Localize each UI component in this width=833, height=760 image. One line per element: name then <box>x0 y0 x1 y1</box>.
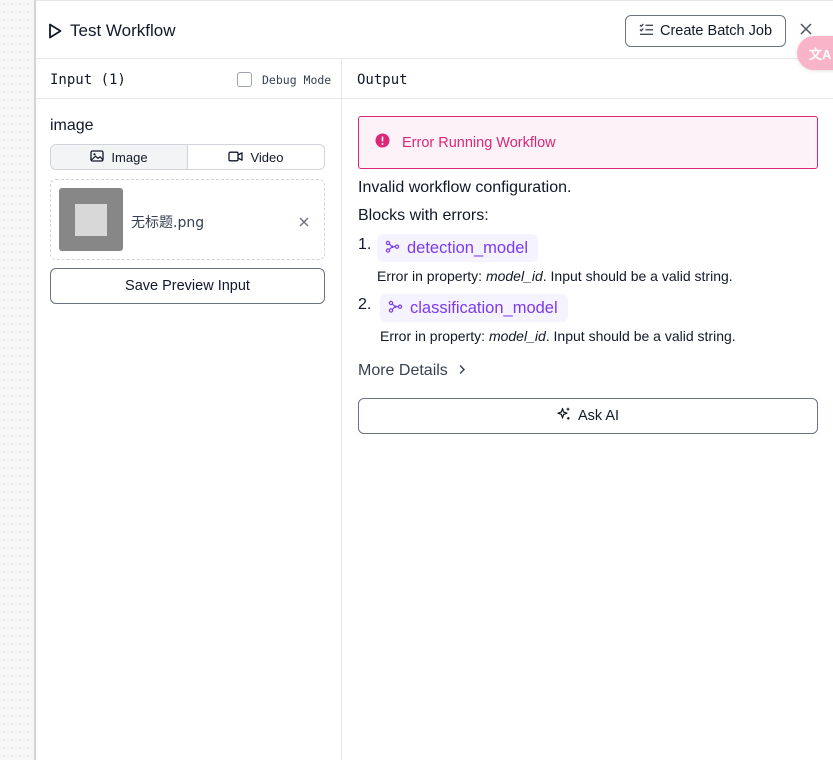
tab-image[interactable]: Image <box>51 145 188 169</box>
media-type-switch: Image Video <box>50 144 325 170</box>
blocks-with-errors-title: Blocks with errors: <box>358 207 489 224</box>
sparkles-icon <box>557 407 571 425</box>
debug-mode-label: Debug Mode <box>262 72 332 87</box>
remove-file-icon[interactable] <box>298 215 310 227</box>
save-preview-input-button[interactable]: Save Preview Input <box>50 268 325 304</box>
block-number: 2. <box>358 296 372 313</box>
block-graph-icon <box>388 299 403 318</box>
error-alert: Error Running Workflow <box>358 116 818 169</box>
translate-glyph: 文A <box>809 46 832 62</box>
image-dropzone[interactable]: 无标题.png <box>50 179 325 260</box>
block-error-detail: Error in property: model_id. Input shoul… <box>377 268 733 284</box>
ask-ai-label: Ask AI <box>577 408 620 424</box>
block-name: detection_model <box>407 238 529 257</box>
debug-mode-toggle[interactable]: Debug Mode <box>237 72 331 87</box>
output-panel-header: Output <box>342 59 833 99</box>
error-message: Invalid workflow configuration. <box>358 179 572 196</box>
image-field-label: image <box>50 117 94 134</box>
tab-video-label: Video <box>250 149 284 165</box>
ask-ai-button[interactable]: Ask AI <box>358 398 818 434</box>
output-panel: Output Error Running Workflow Invalid wo… <box>342 59 833 760</box>
block-graph-icon <box>385 239 400 258</box>
create-batch-job-label: Create Batch Job <box>659 23 773 39</box>
tab-image-label: Image <box>111 149 148 165</box>
more-details-toggle[interactable]: More Details <box>358 362 466 380</box>
list-checks-icon <box>639 23 654 40</box>
block-name: classification_model <box>410 298 558 317</box>
input-panel-title: Input (1) <box>50 72 126 88</box>
output-panel-title: Output <box>357 72 408 88</box>
video-icon <box>228 150 244 165</box>
play-icon <box>48 23 62 39</box>
workflow-canvas-edge <box>0 0 36 760</box>
chevron-right-icon <box>458 362 466 380</box>
translate-icon[interactable]: 文A <box>797 36 833 70</box>
close-icon[interactable] <box>798 21 814 37</box>
tab-video[interactable]: Video <box>188 145 324 169</box>
block-chip-detection-model[interactable]: detection_model <box>377 234 539 262</box>
block-chip-classification-model[interactable]: classification_model <box>380 294 568 322</box>
error-title: Error Running Workflow <box>402 134 556 151</box>
input-panel: Input (1) Debug Mode image Image Video 无… <box>36 59 342 760</box>
debug-mode-checkbox[interactable] <box>237 72 252 87</box>
panel-title: Test Workflow <box>48 21 176 41</box>
test-workflow-panel: Test Workflow Create Batch Job Input (1) <box>36 0 833 760</box>
panel-header: Test Workflow Create Batch Job <box>36 1 833 59</box>
block-error-detail: Error in property: model_id. Input shoul… <box>380 328 736 344</box>
image-icon <box>90 149 105 165</box>
more-details-label: More Details <box>358 362 448 379</box>
alert-circle-icon <box>375 133 390 153</box>
input-panel-header: Input (1) Debug Mode <box>36 59 341 99</box>
block-number: 1. <box>358 236 372 253</box>
file-name: 无标题.png <box>131 215 205 231</box>
create-batch-job-button[interactable]: Create Batch Job <box>625 15 786 47</box>
panel-title-text: Test Workflow <box>70 21 176 40</box>
image-thumbnail <box>59 188 123 251</box>
